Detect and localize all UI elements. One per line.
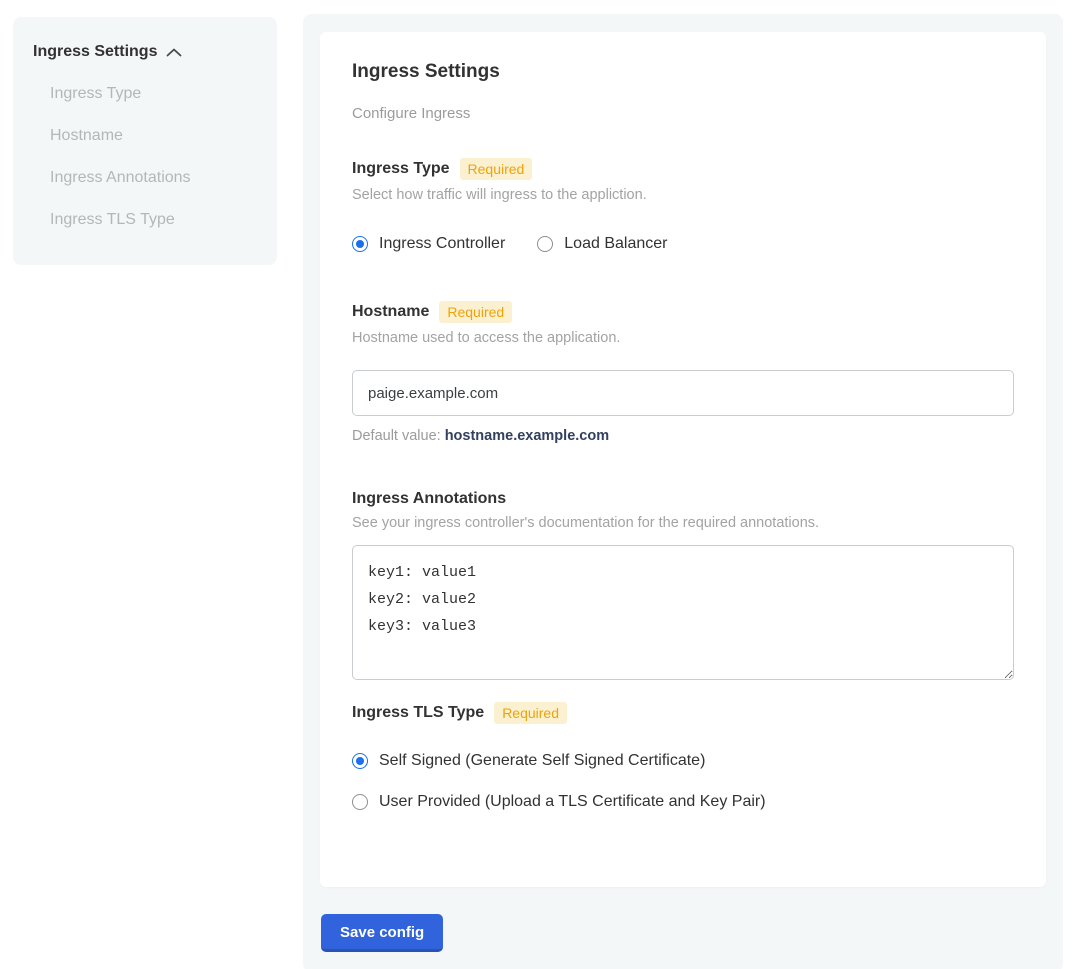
config-sidebar: Ingress Settings Ingress Type Hostname I… xyxy=(13,17,277,265)
section-title: Ingress Annotations xyxy=(352,490,506,508)
section-help-text: Hostname used to access the application. xyxy=(352,330,1014,346)
radio-option-ingress-controller[interactable]: Ingress Controller xyxy=(352,235,505,253)
section-ingress-type: Ingress Type Required Select how traffic… xyxy=(352,158,1014,253)
section-heading-ingress-type: Ingress Type Required xyxy=(352,158,1014,180)
chevron-up-icon xyxy=(166,48,182,57)
radio-button-unselected[interactable] xyxy=(352,794,368,810)
section-title: Hostname xyxy=(352,303,429,321)
radio-option-load-balancer[interactable]: Load Balancer xyxy=(537,235,667,253)
sidebar-group-title: Ingress Settings xyxy=(33,43,157,61)
section-heading-ingress-annotations: Ingress Annotations xyxy=(352,490,1014,508)
sidebar-item-ingress-type[interactable]: Ingress Type xyxy=(50,85,257,103)
ingress-type-radio-group: Ingress Controller Load Balancer xyxy=(352,235,1014,253)
sidebar-item-ingress-tls-type[interactable]: Ingress TLS Type xyxy=(50,211,257,229)
section-help-text: Select how traffic will ingress to the a… xyxy=(352,187,1014,203)
config-page: Ingress Settings Ingress Type Hostname I… xyxy=(0,0,1090,969)
default-value: hostname.example.com xyxy=(445,428,609,444)
section-title: Ingress TLS Type xyxy=(352,704,484,722)
radio-label: Load Balancer xyxy=(564,235,667,253)
radio-label: Ingress Controller xyxy=(379,235,505,253)
ingress-annotations-textarea[interactable]: key1: value1 key2: value2 key3: value3 xyxy=(352,545,1014,680)
radio-button-selected[interactable] xyxy=(352,236,368,252)
sidebar-items: Ingress Type Hostname Ingress Annotation… xyxy=(33,85,257,229)
section-title: Ingress Type xyxy=(352,160,450,178)
radio-button-selected[interactable] xyxy=(352,753,368,769)
sidebar-group-ingress-settings[interactable]: Ingress Settings xyxy=(33,43,257,61)
save-config-button[interactable]: Save config xyxy=(321,914,443,952)
required-badge: Required xyxy=(494,702,567,724)
sidebar-item-hostname[interactable]: Hostname xyxy=(50,127,257,145)
ingress-tls-radio-group: Self Signed (Generate Self Signed Certif… xyxy=(352,752,1014,811)
section-heading-ingress-tls-type: Ingress TLS Type Required xyxy=(352,702,1014,724)
config-main-panel: Ingress Settings Configure Ingress Ingre… xyxy=(303,14,1063,969)
hostname-default-line: Default value: hostname.example.com xyxy=(352,428,1014,444)
section-ingress-tls-type: Ingress TLS Type Required Self Signed (G… xyxy=(352,702,1014,811)
required-badge: Required xyxy=(460,158,533,180)
page-title: Ingress Settings xyxy=(352,61,1014,83)
page-subtitle: Configure Ingress xyxy=(352,105,1014,122)
radio-button-unselected[interactable] xyxy=(537,236,553,252)
config-card: Ingress Settings Configure Ingress Ingre… xyxy=(320,32,1046,887)
radio-option-self-signed[interactable]: Self Signed (Generate Self Signed Certif… xyxy=(352,752,1014,770)
section-hostname: Hostname Required Hostname used to acces… xyxy=(352,301,1014,444)
radio-label: User Provided (Upload a TLS Certificate … xyxy=(379,793,766,811)
sidebar-item-ingress-annotations[interactable]: Ingress Annotations xyxy=(50,169,257,187)
default-value-label: Default value: xyxy=(352,428,441,444)
section-heading-hostname: Hostname Required xyxy=(352,301,1014,323)
radio-label: Self Signed (Generate Self Signed Certif… xyxy=(379,752,705,770)
section-ingress-annotations: Ingress Annotations See your ingress con… xyxy=(352,490,1014,680)
radio-option-user-provided[interactable]: User Provided (Upload a TLS Certificate … xyxy=(352,793,1014,811)
hostname-input[interactable] xyxy=(352,370,1014,416)
required-badge: Required xyxy=(439,301,512,323)
section-help-text: See your ingress controller's documentat… xyxy=(352,515,1014,531)
